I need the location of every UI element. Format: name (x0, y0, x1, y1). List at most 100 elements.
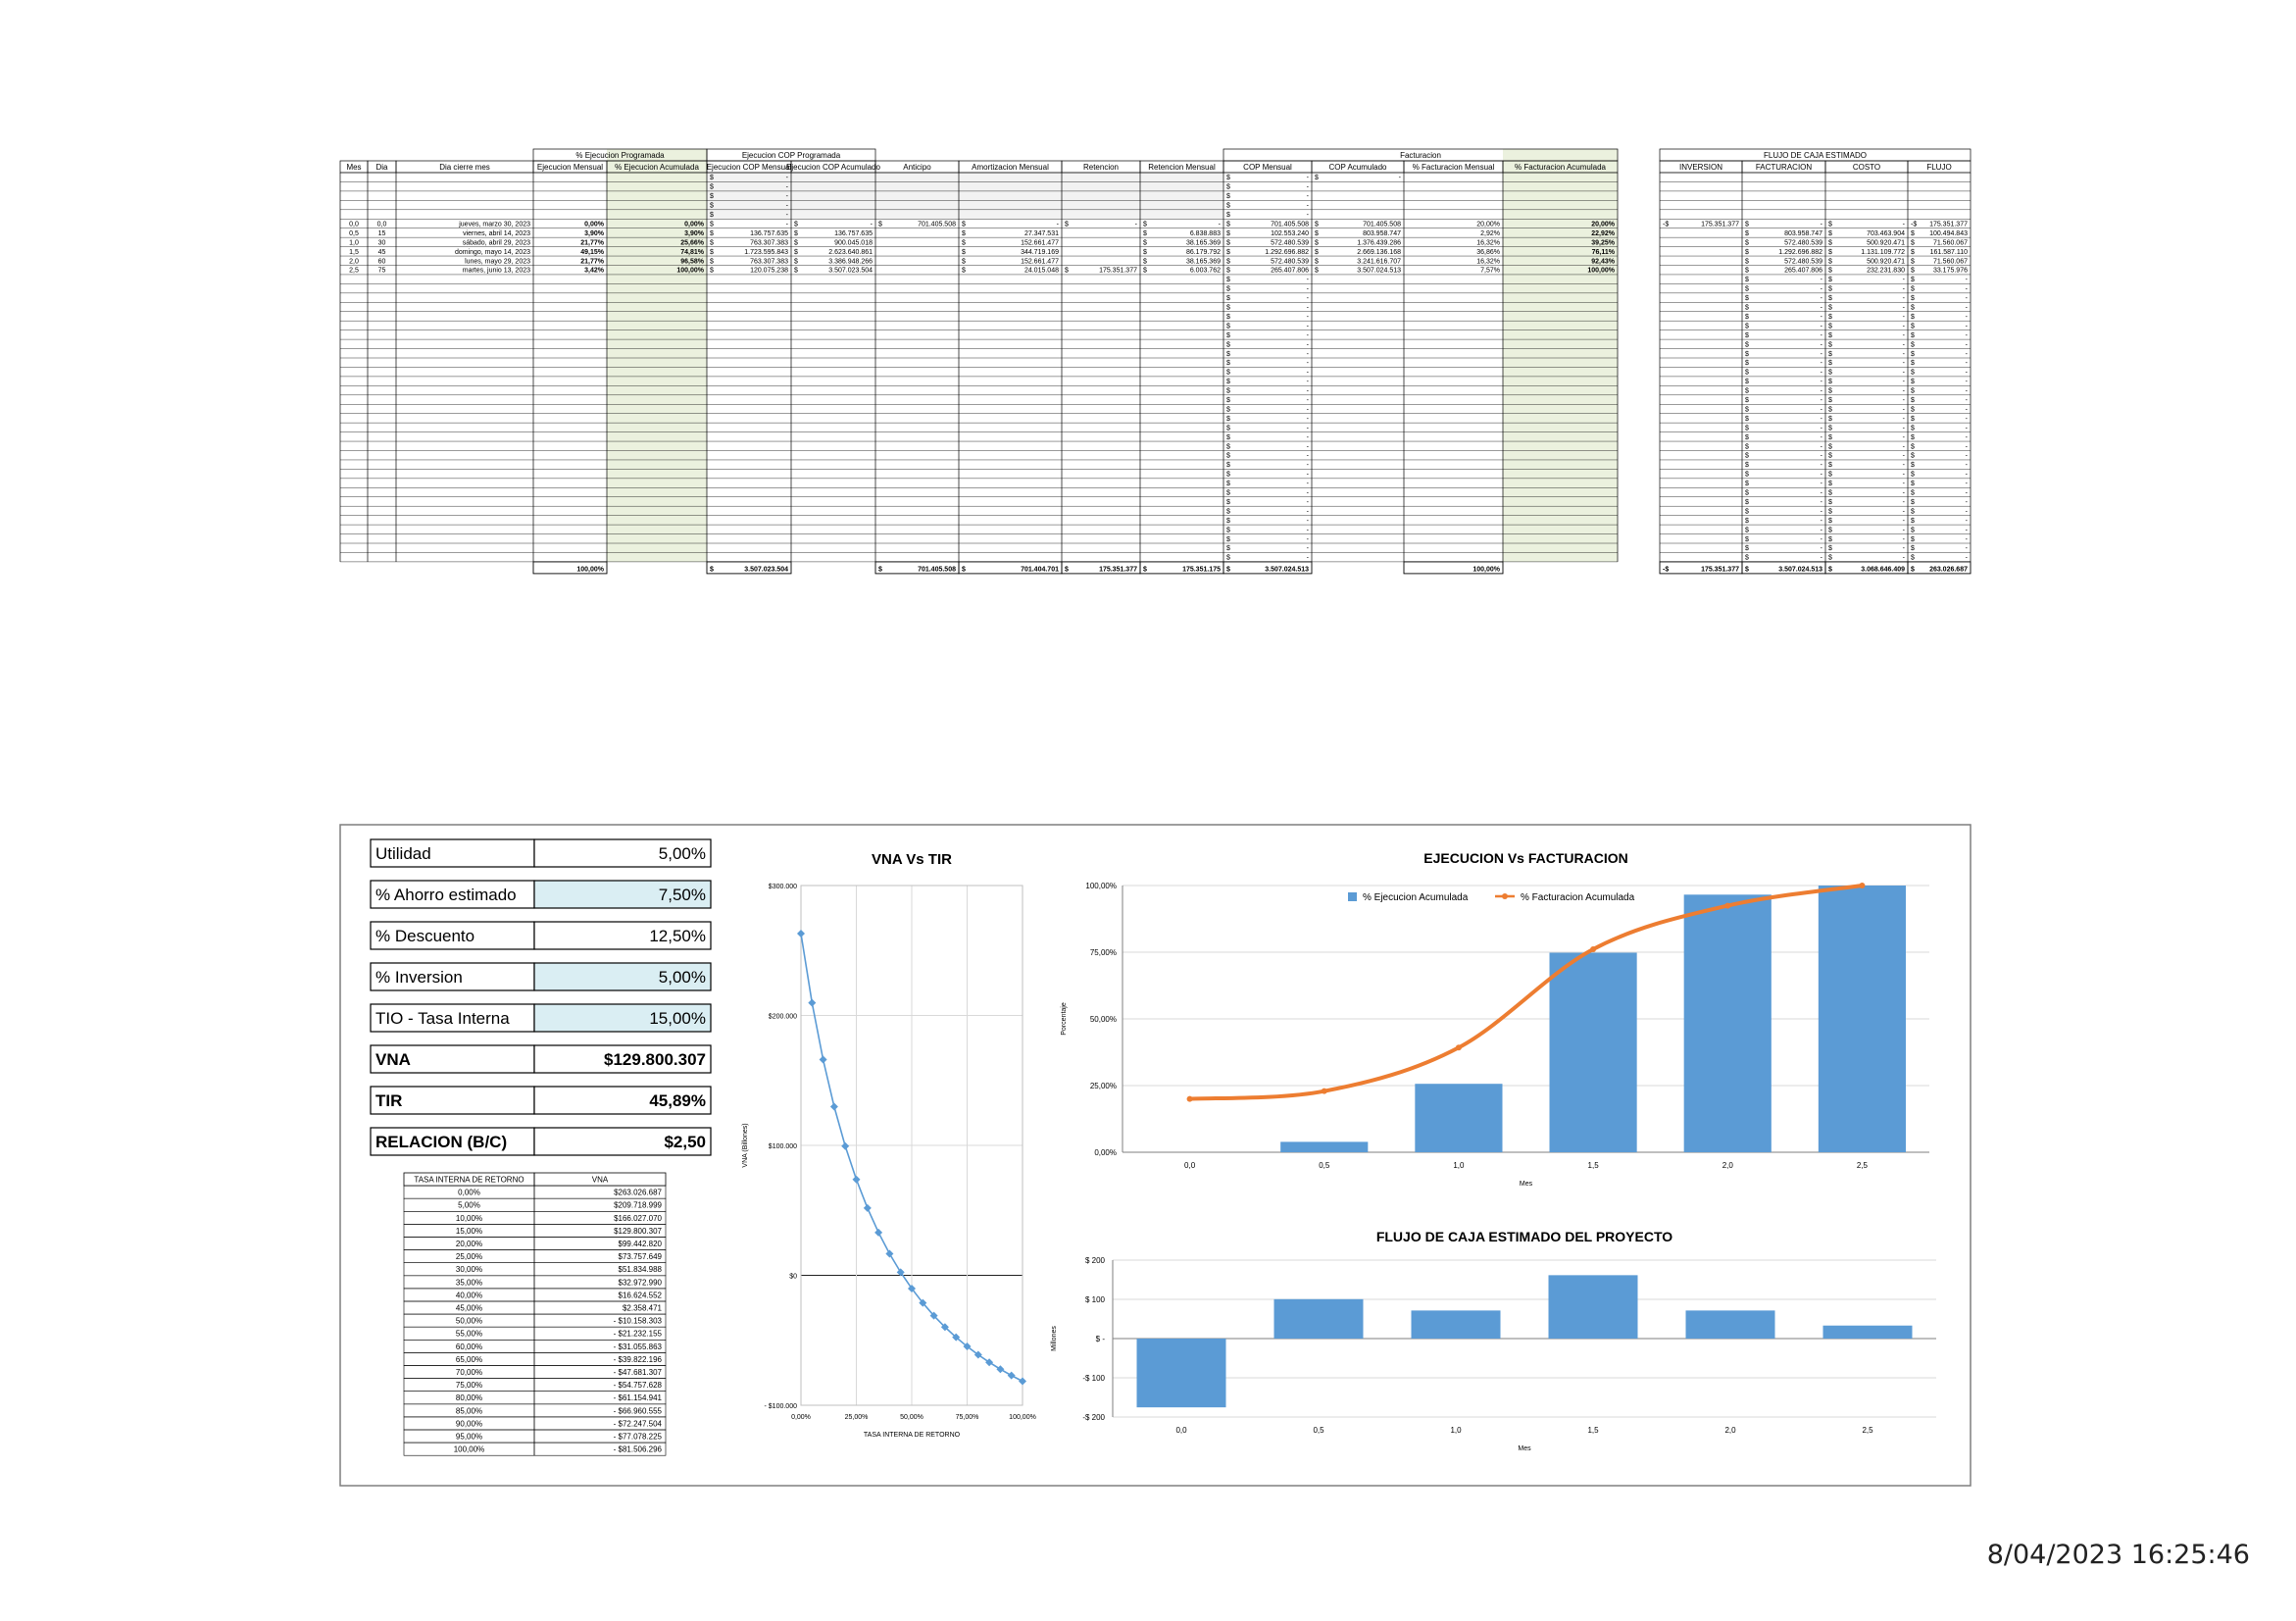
table-cell: - (1307, 406, 1310, 413)
currency-sign: $ (1143, 566, 1147, 573)
total-value: 100,00% (576, 566, 604, 573)
currency-sign: $ (1911, 379, 1915, 385)
table-cell: - (1821, 472, 1823, 479)
table-cell: - $31.055.863 (614, 1342, 663, 1351)
x-tick-label: 25,00% (845, 1414, 869, 1421)
table-cell: - (1821, 314, 1823, 321)
currency-sign: $ (1315, 268, 1319, 275)
table-cell: 572.480.539 (1784, 239, 1822, 246)
currency-sign: $ (1911, 230, 1915, 237)
table-cell: 3.507.024.513 (1357, 268, 1401, 275)
total-value: 263.026.687 (1929, 566, 1968, 573)
table-cell: 102.553.240 (1271, 230, 1309, 237)
table-cell: 20,00% (1476, 221, 1500, 228)
total-value: 3.068.646.409 (1861, 566, 1905, 573)
table-cell: $263.026.687 (614, 1189, 662, 1197)
table-cell: - (1821, 453, 1823, 460)
table-cell: - (1903, 221, 1906, 228)
table-cell: 2,5 (349, 268, 359, 275)
table-cell: - (1903, 443, 1906, 450)
table-cell: - (1821, 277, 1823, 283)
currency-sign: $ (1745, 295, 1749, 302)
currency-sign: $ (710, 184, 714, 191)
table-cell: - (1821, 295, 1823, 302)
currency-sign: $ (1828, 425, 1832, 431)
table-cell: - (1903, 536, 1906, 543)
currency-sign: $ (1745, 425, 1749, 431)
table-cell: 45 (378, 249, 386, 256)
table-cell: - (1966, 397, 1969, 404)
currency-sign: $ (1143, 249, 1147, 256)
currency-sign: $ (1226, 406, 1230, 413)
table-cell: - $66.960.555 (614, 1406, 663, 1415)
table-cell: - (1307, 286, 1310, 293)
currency-sign: $ (794, 268, 798, 275)
facturacion-point (1321, 1088, 1327, 1094)
currency-sign: $ (1226, 472, 1230, 479)
table-cell: - (1307, 499, 1310, 506)
column-header: FACTURACION (1756, 163, 1813, 172)
table-cell: - (1821, 221, 1823, 228)
currency-sign: $ (962, 268, 966, 275)
column-header: % Facturacion Mensual (1413, 163, 1495, 172)
table-cell: - (1821, 462, 1823, 469)
facturacion-point (1724, 902, 1731, 909)
table-cell: jueves, marzo 30, 2023 (458, 221, 530, 228)
table-cell: - (1903, 370, 1906, 377)
currency-sign: $ (1828, 416, 1832, 423)
print-timestamp: 8/04/2023 16:25:46 (1986, 1540, 2250, 1570)
y-axis-title: VNA (Billones) (742, 1123, 749, 1167)
currency-sign: $ (1226, 566, 1230, 573)
table-cell: - (1903, 341, 1906, 348)
table-cell: $16.624.552 (619, 1291, 663, 1299)
table-cell: 85,00% (456, 1406, 482, 1415)
currency-sign: $ (1226, 258, 1230, 265)
table-cell: - (1307, 518, 1310, 525)
currency-sign: $ (1745, 249, 1749, 256)
table-cell: 175.351.377 (1701, 221, 1739, 228)
column-header: COSTO (1853, 163, 1880, 172)
table-cell: - (1821, 323, 1823, 329)
total-value: 175.351.175 (1182, 566, 1221, 573)
currency-sign: $ (1226, 545, 1230, 552)
table-cell: - (1821, 527, 1823, 533)
vna-vs-tir-chart: VNA Vs TIR - $100.000 $0 $100.000 $200.000 $3… (742, 851, 1036, 1439)
bar-flujo (1273, 1298, 1364, 1339)
table-cell: 49,15% (580, 249, 605, 256)
table-cell: 1.131.109.772 (1861, 249, 1905, 256)
table-cell: - (1821, 332, 1823, 339)
currency-sign: $ (710, 230, 714, 237)
table-cell: 25,66% (680, 239, 705, 246)
table-cell: 500.920.471 (1867, 239, 1905, 246)
table-cell: 265.407.806 (1271, 268, 1309, 275)
table-cell: - (1903, 555, 1906, 562)
currency-sign: $ (1828, 295, 1832, 302)
param-value: $129.800.307 (604, 1050, 706, 1069)
table-cell: - (1307, 536, 1310, 543)
currency-sign: $ (710, 203, 714, 210)
currency-sign: $ (1745, 443, 1749, 450)
table-cell: 65,00% (456, 1355, 482, 1364)
table-cell: 1.376.439.286 (1357, 239, 1401, 246)
currency-sign: $ (1828, 379, 1832, 385)
ejecucion-vs-facturacion-chart: EJECUCION Vs FACTURACION 0,00% 25,00% 50,00… (1061, 850, 1929, 1188)
table-cell: 161.587.110 (1930, 249, 1969, 256)
table-cell: 75,00% (456, 1381, 482, 1390)
table-cell: 0,0 (349, 221, 359, 228)
y-tick-label: $ 200 (1085, 1256, 1106, 1265)
currency-sign: $ (962, 221, 966, 228)
currency-sign: $ (1143, 268, 1147, 275)
table-cell: - (1307, 490, 1310, 497)
table-cell: 60,00% (456, 1342, 482, 1351)
y-tick-label: 75,00% (1090, 948, 1117, 957)
currency-sign: $ (1745, 286, 1749, 293)
currency-sign: $ (1226, 555, 1230, 562)
currency-sign: $ (962, 239, 966, 246)
currency-sign: $ (1226, 323, 1230, 329)
table-cell: - (1307, 305, 1310, 312)
table-cell: 3,90% (584, 230, 605, 237)
currency-sign: $ (1226, 397, 1230, 404)
column-header: COP Acumulado (1329, 163, 1388, 172)
table-cell: 24.015.048 (1024, 268, 1059, 275)
total-value: 175.351.377 (1099, 566, 1137, 573)
